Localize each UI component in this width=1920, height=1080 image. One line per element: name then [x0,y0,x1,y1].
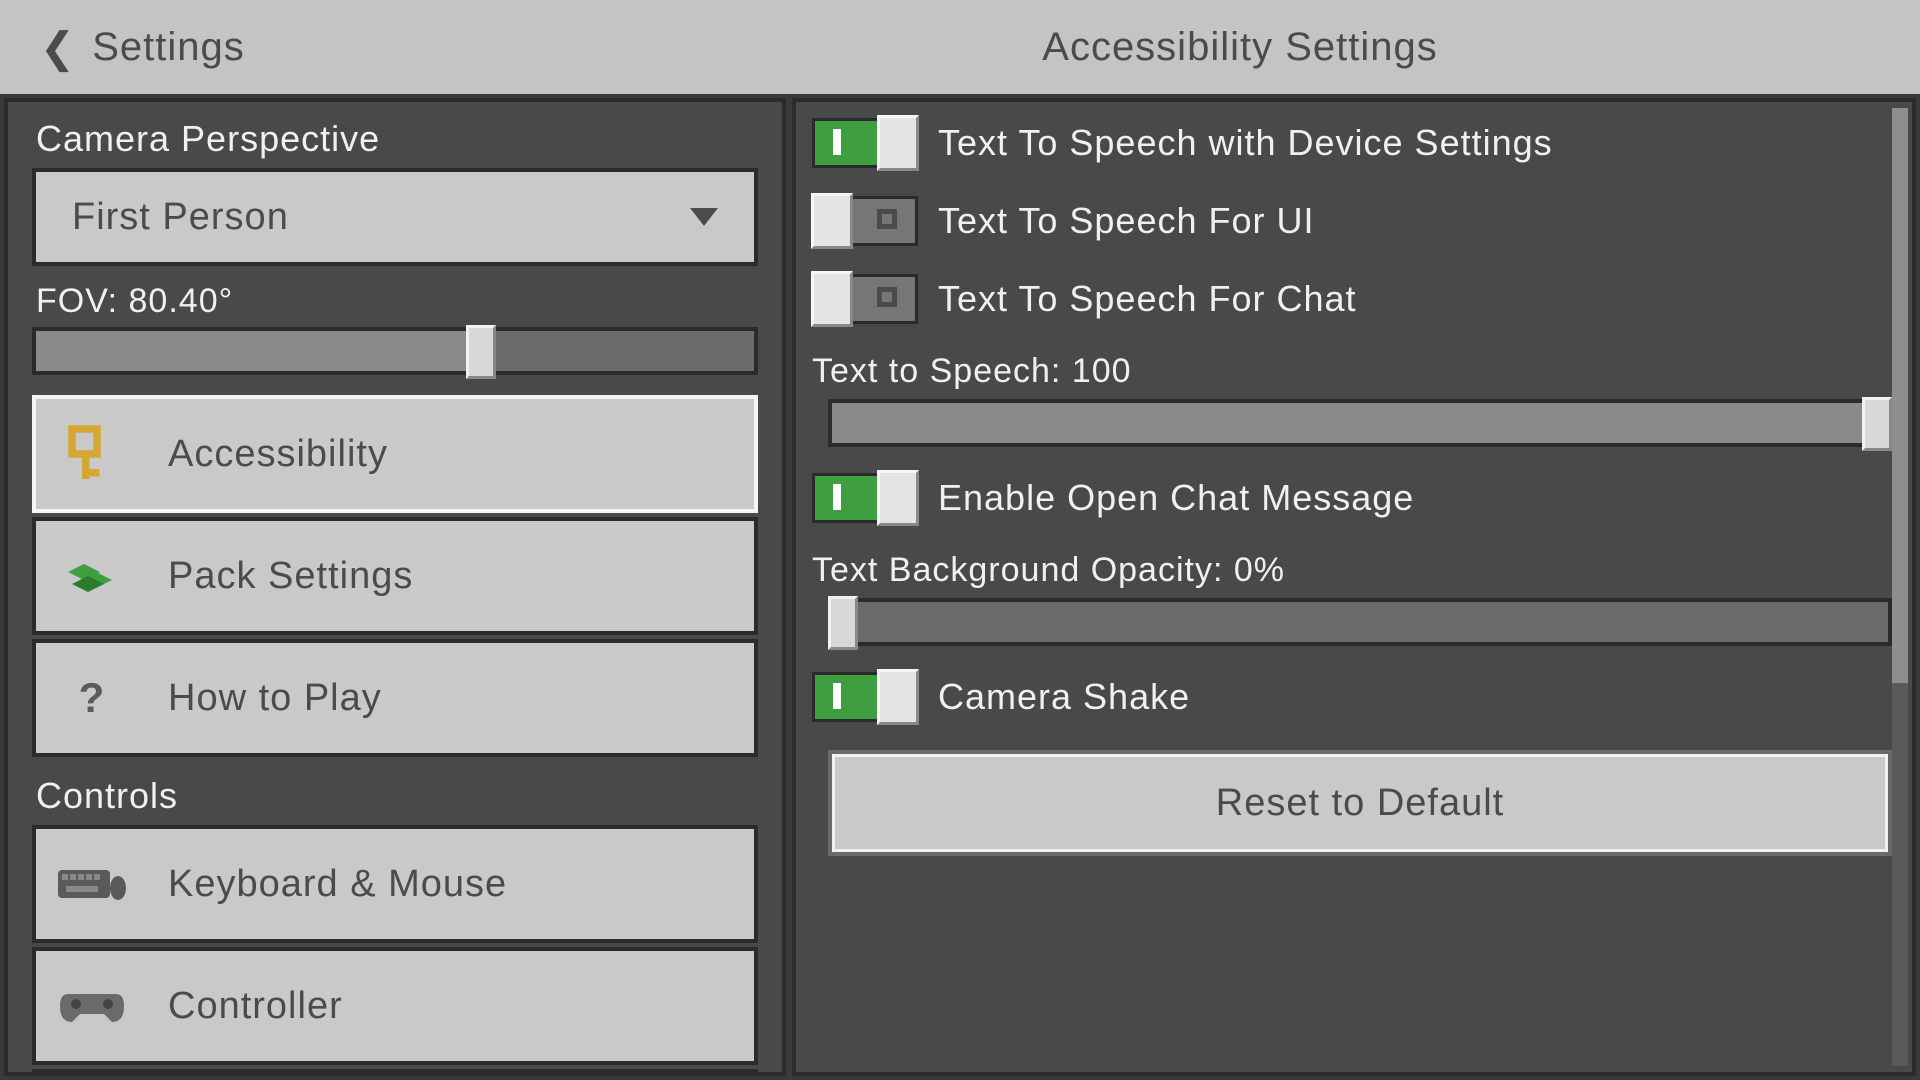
reset-label: Reset to Default [1216,782,1504,825]
toggle-thumb[interactable] [877,669,919,725]
slider-thumb[interactable] [466,325,496,379]
toggle-row-tts-ui: Text To Speech For UI [812,196,1892,246]
toggle-thumb[interactable] [811,193,853,249]
nav-label: Pack Settings [168,555,413,598]
toggle-open-chat[interactable] [812,473,918,523]
toggle-thumb[interactable] [811,271,853,327]
toggle-label: Text To Speech with Device Settings [938,122,1553,164]
toggle-row-tts-chat: Text To Speech For Chat [812,274,1892,324]
toggle-tts-ui[interactable] [812,196,918,246]
camera-perspective-dropdown[interactable]: First Person [32,168,758,266]
slider-thumb[interactable] [828,596,858,650]
toggle-thumb[interactable] [877,115,919,171]
scrollbar-thumb[interactable] [1892,108,1908,683]
tts-slider-label: Text to Speech: 100 [812,352,1892,391]
toggle-row-camera-shake: Camera Shake [812,672,1892,722]
sidebar: Camera Perspective First Person FOV: 80.… [4,98,786,1076]
pack-icon [56,540,128,612]
fov-label: FOV: 80.40° [36,282,758,321]
sidebar-item-keyboard-mouse[interactable]: Keyboard & Mouse [32,825,758,943]
keyboard-icon [56,848,128,920]
toggle-thumb[interactable] [877,470,919,526]
toggle-on-icon [833,484,841,510]
toggle-off-icon [877,209,897,229]
body: Camera Perspective First Person FOV: 80.… [0,94,1920,1080]
sidebar-item-next[interactable] [32,1069,758,1076]
header-bar: ❮ Settings Accessibility Settings [0,0,1920,94]
toggle-tts-chat[interactable] [812,274,918,324]
nav-label: How to Play [168,677,382,720]
toggle-row-tts-device: Text To Speech with Device Settings [812,118,1892,168]
sidebar-item-accessibility[interactable]: Accessibility [32,395,758,513]
toggle-label: Text To Speech For UI [938,200,1315,242]
dropdown-value: First Person [72,196,289,239]
controller-icon [56,970,128,1042]
bg-opacity-slider[interactable] [828,598,1892,646]
toggle-label: Camera Shake [938,676,1190,718]
chevron-left-icon: ❮ [40,23,76,72]
sidebar-item-pack-settings[interactable]: Pack Settings [32,517,758,635]
key-icon [56,418,128,490]
slider-thumb[interactable] [1862,397,1892,451]
camera-section-label: Camera Perspective [36,118,758,160]
nav-label: Keyboard & Mouse [168,863,507,906]
toggle-on-icon [833,683,841,709]
nav-label: Accessibility [168,433,388,476]
slider-fill [36,331,481,371]
main-panel: Text To Speech with Device Settings Text… [792,98,1916,1076]
toggle-label: Text To Speech For Chat [938,278,1357,320]
slider-fill [832,403,1888,443]
nav-label: Controller [168,985,343,1028]
toggle-tts-device[interactable] [812,118,918,168]
chevron-down-icon [690,208,718,226]
back-button[interactable]: ❮ Settings [40,23,245,72]
sidebar-item-controller[interactable]: Controller [32,947,758,1065]
toggle-off-icon [877,287,897,307]
tts-slider[interactable] [828,399,1892,447]
page-title: Accessibility Settings [1042,25,1437,70]
reset-to-default-button[interactable]: Reset to Default [828,750,1892,856]
toggle-on-icon [833,129,841,155]
question-icon: ? [56,662,128,734]
bg-opacity-label: Text Background Opacity: 0% [812,551,1892,590]
toggle-label: Enable Open Chat Message [938,477,1414,519]
scrollbar[interactable] [1892,108,1908,1066]
toggle-row-open-chat: Enable Open Chat Message [812,473,1892,523]
toggle-camera-shake[interactable] [812,672,918,722]
back-label: Settings [92,25,245,70]
sidebar-item-how-to-play[interactable]: ? How to Play [32,639,758,757]
fov-slider[interactable] [32,327,758,375]
controls-section-label: Controls [36,775,758,817]
